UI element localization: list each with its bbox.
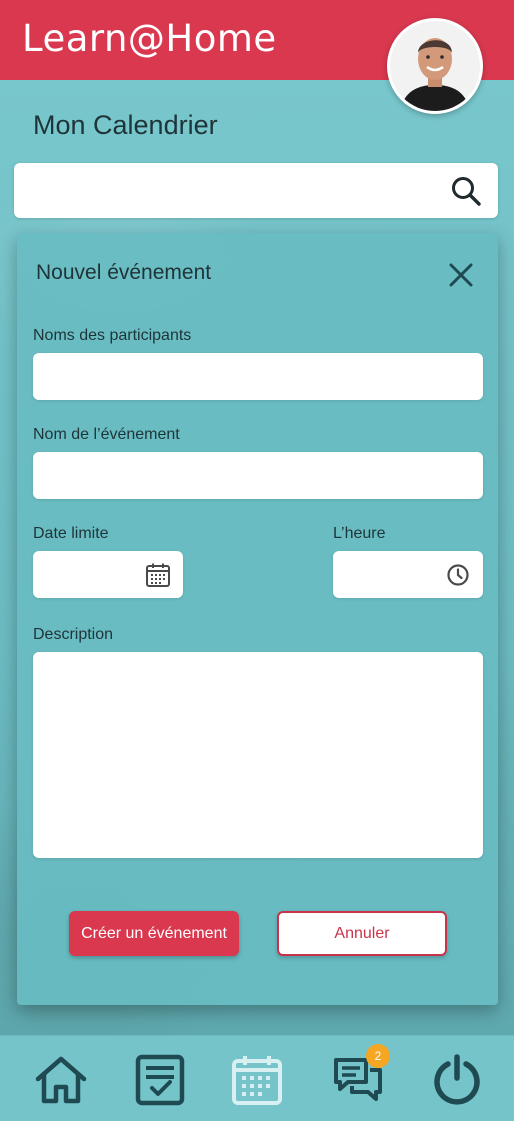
description-label: Description: [33, 626, 114, 643]
close-icon: [449, 263, 473, 287]
app-title: Learn@Home: [22, 17, 277, 60]
participants-field-box: [33, 353, 483, 400]
page-title: Mon Calendrier: [33, 110, 218, 140]
deadline-input[interactable]: [43, 559, 138, 590]
new-event-modal: Nouvel événement Noms des participants N…: [17, 233, 498, 1005]
time-label: L’heure: [333, 525, 386, 542]
cancel-button[interactable]: Annuler: [277, 911, 447, 956]
deadline-field-box: [33, 551, 183, 598]
avatar[interactable]: [387, 18, 483, 114]
deadline-label: Date limite: [33, 525, 109, 542]
power-icon: [434, 1054, 480, 1105]
search-button[interactable]: [446, 173, 486, 209]
event-name-input[interactable]: [43, 460, 473, 491]
nav-logout[interactable]: [427, 1050, 487, 1110]
clock-icon: [447, 564, 469, 586]
create-event-button[interactable]: Créer un événement: [69, 911, 239, 956]
close-button[interactable]: [445, 259, 477, 291]
user-photo-icon: [390, 21, 480, 111]
event-name-field-box: [33, 452, 483, 499]
description-textarea[interactable]: [43, 660, 473, 850]
event-name-label: Nom de l’événement: [33, 426, 180, 443]
search-input[interactable]: [28, 173, 438, 208]
calendar-icon: [232, 1056, 282, 1105]
nav-home[interactable]: [31, 1050, 91, 1110]
participants-input[interactable]: [43, 361, 473, 392]
tasks-icon: [135, 1054, 185, 1106]
bottom-nav: 2: [0, 1035, 514, 1121]
home-icon: [35, 1056, 87, 1104]
calendar-icon: [146, 563, 170, 587]
chat-badge: 2: [366, 1044, 390, 1068]
nav-calendar[interactable]: [227, 1050, 287, 1110]
time-input[interactable]: [343, 559, 438, 590]
time-picker-button[interactable]: [443, 560, 473, 590]
participants-label: Noms des participants: [33, 327, 192, 344]
date-picker-button[interactable]: [143, 560, 173, 590]
nav-chat[interactable]: 2: [328, 1044, 390, 1110]
modal-title: Nouvel événement: [36, 261, 212, 284]
search-bar: [14, 163, 498, 218]
search-icon: [452, 177, 481, 206]
nav-tasks[interactable]: [130, 1050, 190, 1110]
time-field-box: [333, 551, 483, 598]
description-field-box: [33, 652, 483, 858]
